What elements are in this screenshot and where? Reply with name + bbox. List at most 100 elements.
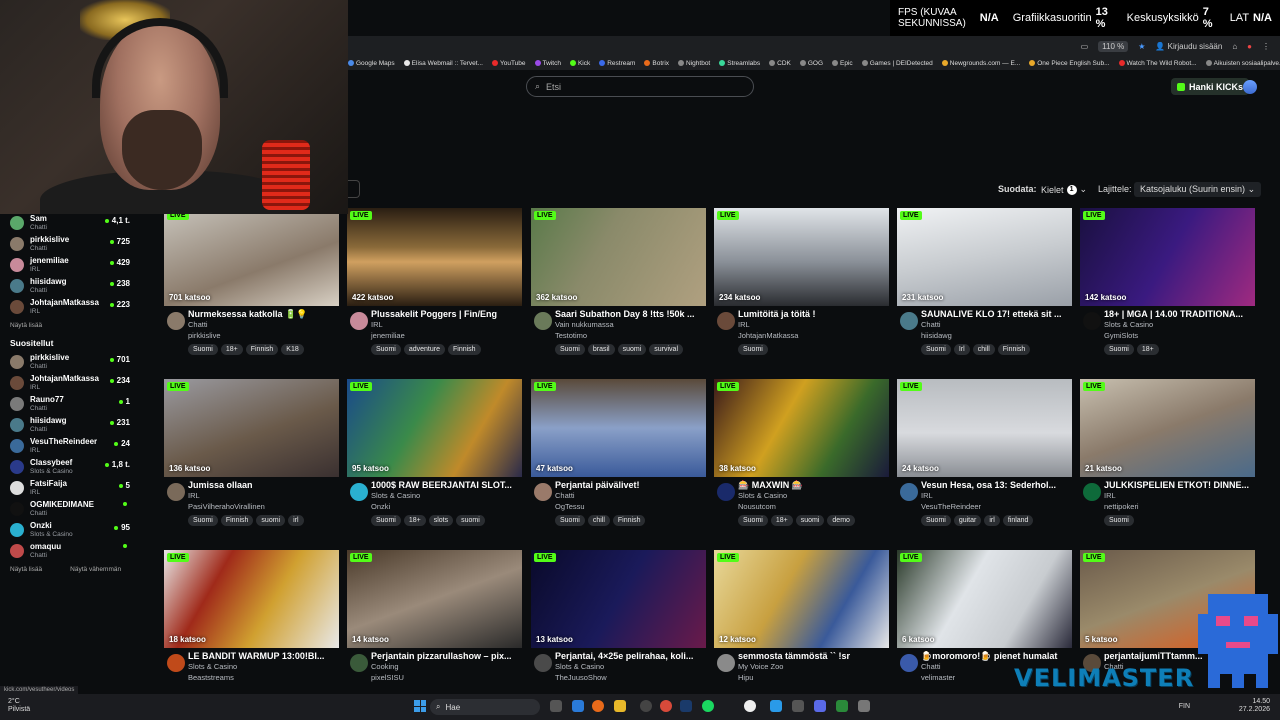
- bookmark-item[interactable]: Aikuisten sosiaalipalve...: [1205, 60, 1280, 67]
- sidebar-channel-item[interactable]: VesuTheReindeer IRL 24: [0, 437, 140, 458]
- stream-thumbnail[interactable]: LIVE 231 katsoo: [897, 208, 1072, 306]
- show-more-link[interactable]: Näytä lisää: [0, 319, 140, 337]
- tag[interactable]: Irl: [953, 344, 970, 355]
- stream-card[interactable]: LIVE 95 katsoo 1000$ RAW BEERJANTAI SLOT..…: [347, 379, 522, 533]
- sidebar-channel-item[interactable]: hiisidawg Chatti 231: [0, 416, 140, 437]
- app-icon[interactable]: [770, 700, 782, 712]
- show-less-link[interactable]: Näytä vähemmän: [70, 563, 121, 581]
- stream-category[interactable]: IRL: [371, 320, 522, 330]
- stream-category[interactable]: Slots & Casino: [1104, 320, 1255, 330]
- avatar[interactable]: [534, 312, 552, 330]
- channel-name[interactable]: nettipokeri: [1104, 501, 1255, 512]
- bookmark-item[interactable]: GOG: [799, 60, 823, 67]
- stream-thumbnail[interactable]: LIVE 13 katsoo: [531, 550, 706, 648]
- channel-name[interactable]: PasiVilherahoVirallinen: [188, 501, 339, 512]
- stream-title[interactable]: LE BANDIT WARMUP 13:00!BI...: [188, 651, 339, 662]
- show-more-link[interactable]: Näytä lisää: [10, 563, 42, 581]
- language-filter[interactable]: Kielet 1 ⌄: [1041, 184, 1087, 195]
- channel-name[interactable]: Hipu: [738, 672, 889, 683]
- stream-card[interactable]: LIVE 14 katsoo Perjantain pizzarullashow –…: [347, 550, 522, 704]
- avatar[interactable]: [167, 654, 185, 672]
- sidebar-channel-item[interactable]: Onzki Slots & Casino 95: [0, 521, 140, 542]
- clock[interactable]: 14.50 27.2.2026: [1239, 698, 1270, 714]
- tag[interactable]: Suomi: [371, 515, 401, 526]
- stream-title[interactable]: 🎰 MAXWIN 🎰: [738, 480, 889, 491]
- avatar[interactable]: [900, 654, 918, 672]
- stream-title[interactable]: Perjantai, 4×25e pelirahaa, koli...: [555, 651, 706, 662]
- channel-name[interactable]: jenemiliae: [371, 330, 522, 341]
- sidebar-channel-item[interactable]: JohtajanMatkassa IRL 234: [0, 374, 140, 395]
- tag[interactable]: Suomi: [555, 515, 585, 526]
- avatar[interactable]: [900, 483, 918, 501]
- bookmark-item[interactable]: Kick: [569, 60, 590, 67]
- tag[interactable]: Finnish: [997, 344, 1031, 355]
- stream-card[interactable]: LIVE 38 katsoo 🎰 MAXWIN 🎰 Slots & Casino Nou…: [714, 379, 889, 533]
- stream-card[interactable]: LIVE 231 katsoo SAUNALIVE KLO 17! ettekä s…: [897, 208, 1072, 362]
- bookmark-item[interactable]: Twitch: [534, 60, 561, 67]
- channel-name[interactable]: Onzki: [371, 501, 522, 512]
- language-indicator[interactable]: FIN: [1179, 703, 1190, 710]
- stream-title[interactable]: JULKKISPELIEN ETKOT! DINNE...: [1104, 480, 1255, 491]
- bookmark-item[interactable]: Nightbot: [678, 60, 710, 67]
- stream-card[interactable]: LIVE 12 katsoo semmosta tämmöstä `` !sr My …: [714, 550, 889, 704]
- obs-icon[interactable]: [640, 700, 652, 712]
- stream-category[interactable]: Vain nukkumassa: [555, 320, 706, 330]
- weather-widget[interactable]: 2°C Pilvistä: [8, 698, 30, 714]
- tag[interactable]: Suomi: [555, 344, 585, 355]
- bookmark-item[interactable]: Streamlabs: [719, 60, 760, 67]
- tag[interactable]: Finnish: [447, 344, 481, 355]
- search-input[interactable]: ⌕ Etsi: [526, 76, 754, 97]
- tag[interactable]: 18+: [770, 515, 793, 526]
- stream-title[interactable]: Vesun Hesa, osa 13: Sederhol...: [921, 480, 1072, 491]
- avatar[interactable]: [534, 483, 552, 501]
- sidebar-channel-item[interactable]: hiisidawg Chatti 238: [0, 277, 140, 298]
- channel-name[interactable]: VesuTheReindeer: [921, 501, 1072, 512]
- channel-name[interactable]: Beaststreams: [188, 672, 339, 683]
- stream-title[interactable]: 18+ | MGA | 14.00 TRADITIONA...: [1104, 309, 1255, 320]
- tag[interactable]: Finnish: [220, 515, 254, 526]
- channel-name[interactable]: hiisidawg: [921, 330, 1072, 341]
- bookmark-item[interactable]: Google Maps: [348, 60, 395, 67]
- bookmark-item[interactable]: Games | DEIDetected: [861, 60, 933, 67]
- tag[interactable]: 18+: [220, 344, 243, 355]
- stream-thumbnail[interactable]: LIVE 38 katsoo: [714, 379, 889, 477]
- stream-category[interactable]: My Voice Zoo: [738, 662, 889, 672]
- bookmark-item[interactable]: YouTube: [491, 60, 526, 67]
- sidebar-channel-item[interactable]: JohtajanMatkassa IRL 223: [0, 298, 140, 319]
- stream-title[interactable]: Perjantain pizzarullashow – pix...: [371, 651, 522, 662]
- stream-title[interactable]: Perjantai päivälivet!: [555, 480, 706, 491]
- stream-thumbnail[interactable]: LIVE 234 katsoo: [714, 208, 889, 306]
- xbox-icon[interactable]: [744, 700, 756, 712]
- channel-name[interactable]: OgTessu: [555, 501, 706, 512]
- stream-title[interactable]: Nurmeksessa katkolla 🔋💡: [188, 309, 339, 320]
- tag[interactable]: demo: [827, 515, 855, 526]
- zoom-level[interactable]: 110 %: [1098, 40, 1129, 52]
- tag[interactable]: Suomi: [921, 515, 951, 526]
- stream-thumbnail[interactable]: LIVE 95 katsoo: [347, 379, 522, 477]
- discord-icon[interactable]: [814, 700, 826, 712]
- sidebar-channel-item[interactable]: jenemiliae IRL 429: [0, 256, 140, 277]
- user-avatar[interactable]: [1243, 80, 1257, 94]
- stream-thumbnail[interactable]: LIVE 362 katsoo: [531, 208, 706, 306]
- stream-thumbnail[interactable]: LIVE 24 katsoo: [897, 379, 1072, 477]
- notification-icon[interactable]: ●: [1247, 42, 1252, 51]
- tag[interactable]: irl: [984, 515, 1000, 526]
- stream-category[interactable]: Slots & Casino: [738, 491, 889, 501]
- tag[interactable]: suomi: [456, 515, 485, 526]
- bookmark-item[interactable]: Restream: [599, 60, 635, 67]
- stream-title[interactable]: Plussakelit Poggers | Fin/Eng: [371, 309, 522, 320]
- stream-title[interactable]: Saari Subathon Day 8 !tts !50k ...: [555, 309, 706, 320]
- stream-card[interactable]: LIVE 18 katsoo LE BANDIT WARMUP 13:00!BI..…: [164, 550, 339, 704]
- menu-icon[interactable]: ⋮: [1262, 42, 1270, 51]
- stream-card[interactable]: LIVE 234 katsoo Lumitöitä ja töitä ! IRL Joh…: [714, 208, 889, 362]
- channel-name[interactable]: Nousutcom: [738, 501, 889, 512]
- app-icon[interactable]: [792, 700, 804, 712]
- tag[interactable]: suomi: [256, 515, 286, 526]
- stream-category[interactable]: IRL: [738, 320, 889, 330]
- stream-thumbnail[interactable]: LIVE 6 katsoo: [897, 550, 1072, 648]
- avatar[interactable]: [717, 483, 735, 501]
- stream-card[interactable]: LIVE 422 katsoo Plussakelit Poggers | Fin/…: [347, 208, 522, 362]
- tag[interactable]: chill: [972, 344, 995, 355]
- sidebar-channel-item[interactable]: OGMIKEDIMANE Chatti: [0, 500, 140, 521]
- signin-button[interactable]: 👤 Kirjaudu sisään: [1155, 42, 1222, 51]
